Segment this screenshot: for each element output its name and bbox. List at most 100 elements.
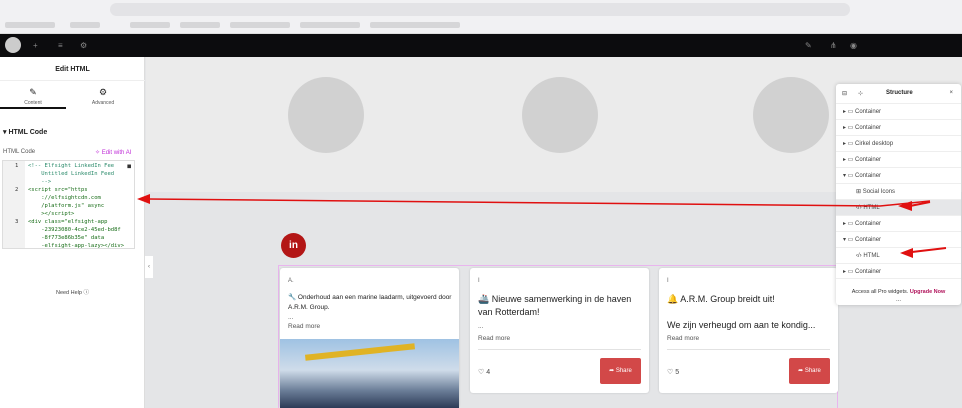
pencil-icon: ✎	[29, 87, 37, 97]
item-label: Container	[855, 173, 882, 179]
post-author: A.	[288, 278, 294, 284]
structure-item[interactable]: ▾ ▭ Container	[836, 231, 961, 247]
bookmark[interactable]	[300, 22, 360, 28]
bookmark[interactable]	[5, 22, 55, 28]
linkedin-icon[interactable]: in	[281, 233, 306, 258]
bookmark[interactable]	[70, 22, 100, 28]
tab-label: Advanced	[91, 100, 115, 106]
item-label: HTML	[863, 205, 880, 211]
social-icons-icon: ⊞	[856, 189, 862, 195]
line-gutter	[3, 161, 25, 248]
edit-panel: Edit HTML ✎ Content ⚙ Advanced ▾ HTML Code…	[0, 57, 145, 408]
share-icon: ➦	[798, 368, 804, 374]
read-more-link[interactable]: Read more	[478, 335, 510, 342]
post-text: 🔔 A.R.M. Group breidt uit!	[667, 294, 775, 304]
tab-advanced[interactable]: ⚙ Advanced	[70, 81, 136, 109]
structure-title: Structure	[886, 90, 913, 96]
preview-icon[interactable]: ◉	[850, 41, 857, 50]
item-label: Container	[855, 109, 882, 115]
like-button[interactable]: ♡ 4	[478, 368, 490, 376]
bookmark[interactable]	[230, 22, 290, 28]
edit-icon[interactable]: ✎	[805, 41, 812, 50]
post-author: I	[667, 278, 669, 284]
browser-chrome	[0, 0, 962, 34]
bookmark[interactable]	[130, 22, 170, 28]
post-ellipsis: ...	[288, 314, 294, 321]
post-image[interactable]	[280, 339, 459, 408]
panel-title: Edit HTML	[55, 66, 90, 73]
post-text: We zijn verheugd om aan te kondig...	[667, 320, 816, 330]
structure-icon[interactable]: ⋔	[830, 41, 837, 50]
code-icon: ‹/›	[856, 253, 862, 259]
circle-image[interactable]	[753, 77, 829, 153]
item-label: Cirkel desktop	[855, 141, 894, 147]
structure-item-selected[interactable]: ‹/› HTML	[836, 199, 961, 215]
circle-image[interactable]	[288, 77, 364, 153]
post-card[interactable]: I 🔔 A.R.M. Group breidt uit! We zijn ver…	[659, 268, 838, 393]
post-text: 🚢 Nieuwe samenwerking in de haven van Ro…	[478, 294, 632, 317]
like-button[interactable]: ♡ 5	[667, 368, 679, 376]
heart-icon: ♡	[478, 369, 485, 376]
structure-item[interactable]: ▸ ▭ Container	[836, 119, 961, 135]
edit-with-ai-button[interactable]: ✧ Edit with AI	[95, 149, 131, 156]
trash-icon[interactable]: ■	[127, 163, 131, 171]
bookmark[interactable]	[180, 22, 220, 28]
post-author: I	[478, 278, 480, 284]
structure-item[interactable]: ▸ ▭ Cirkel desktop	[836, 135, 961, 151]
settings-icon[interactable]: ⚙	[80, 41, 87, 50]
collapse-panel-button[interactable]: ‹	[145, 256, 153, 278]
item-label: Container	[855, 269, 882, 275]
address-bar[interactable]	[110, 3, 850, 16]
item-label: Container	[855, 221, 882, 227]
structure-item[interactable]: ▾ ▭ Container	[836, 167, 961, 183]
structure-item[interactable]: ▸ ▭ Container	[836, 215, 961, 231]
upgrade-banner: Access all Pro widgets. Upgrade Now	[836, 289, 961, 295]
layers-icon[interactable]: ≡	[58, 41, 63, 50]
upgrade-text: Access all Pro widgets.	[851, 289, 909, 295]
structure-item[interactable]: ‹/› HTML	[836, 247, 961, 263]
share-button[interactable]: ➦ Share	[789, 358, 830, 384]
circle-image[interactable]	[522, 77, 598, 153]
code-line[interactable]: <script src="https ://elfsightcdn.com /p…	[28, 186, 132, 218]
more-handle[interactable]: ...	[836, 297, 961, 303]
share-label: Share	[804, 368, 821, 374]
post-card[interactable]: I 🚢 Nieuwe samenwerking in de haven van …	[470, 268, 649, 393]
code-line[interactable]: <!-- Elfsight LinkedIn Fee Untitled Link…	[28, 162, 132, 186]
code-label: HTML Code	[3, 149, 36, 155]
need-help-label: Need Help	[55, 290, 82, 296]
share-icon: ➦	[609, 368, 615, 374]
structure-item[interactable]: ▸ ▭ Container	[836, 263, 961, 279]
read-more-link[interactable]: Read more	[667, 335, 699, 342]
tab-content[interactable]: ✎ Content	[0, 81, 66, 109]
structure-item[interactable]: ⊞ Social Icons	[836, 183, 961, 199]
post-card[interactable]: A. 🔧 Onderhoud aan een marine laadarm, u…	[280, 268, 459, 408]
upgrade-link[interactable]: Upgrade Now	[910, 289, 945, 295]
post-text: 🔧 Onderhoud aan een marine laadarm, uitg…	[288, 294, 452, 311]
code-icon: ‹/›	[856, 205, 862, 211]
collapse-all-icon[interactable]: ⊟	[842, 90, 847, 97]
navigator-icon[interactable]: ⊹	[858, 90, 863, 97]
section-html-code[interactable]: ▾ HTML Code	[3, 128, 47, 136]
code-line[interactable]: <div class="elfsight-app -23923080-4ce2-…	[28, 218, 132, 248]
bookmark[interactable]	[370, 22, 460, 28]
close-icon[interactable]: ×	[949, 90, 953, 96]
line-number: 3	[15, 219, 19, 225]
need-help-link[interactable]: Need Help ⓘ	[0, 288, 145, 296]
share-label: Share	[615, 368, 632, 374]
item-label: Container	[855, 125, 882, 131]
item-label: Container	[855, 157, 882, 163]
edit-ai-label: Edit with AI	[101, 150, 132, 156]
share-button[interactable]: ➦ Share	[600, 358, 641, 384]
plus-icon[interactable]: +	[33, 41, 38, 50]
heart-icon: ♡	[667, 369, 674, 376]
line-number: 1	[15, 163, 19, 169]
structure-item[interactable]: ▸ ▭ Container	[836, 151, 961, 167]
read-more-link[interactable]: Read more	[288, 323, 320, 330]
item-label: Social Icons	[862, 189, 896, 195]
code-editor[interactable]: 1 <!-- Elfsight LinkedIn Fee Untitled Li…	[2, 160, 135, 249]
elementor-logo[interactable]	[5, 37, 21, 53]
structure-item[interactable]: ▸ ▭ Container	[836, 103, 961, 119]
structure-panel: ⊟ ⊹ Structure × ▸ ▭ Container ▸ ▭ Contai…	[836, 84, 961, 305]
item-label: Container	[855, 237, 882, 243]
like-count: 5	[675, 369, 680, 376]
